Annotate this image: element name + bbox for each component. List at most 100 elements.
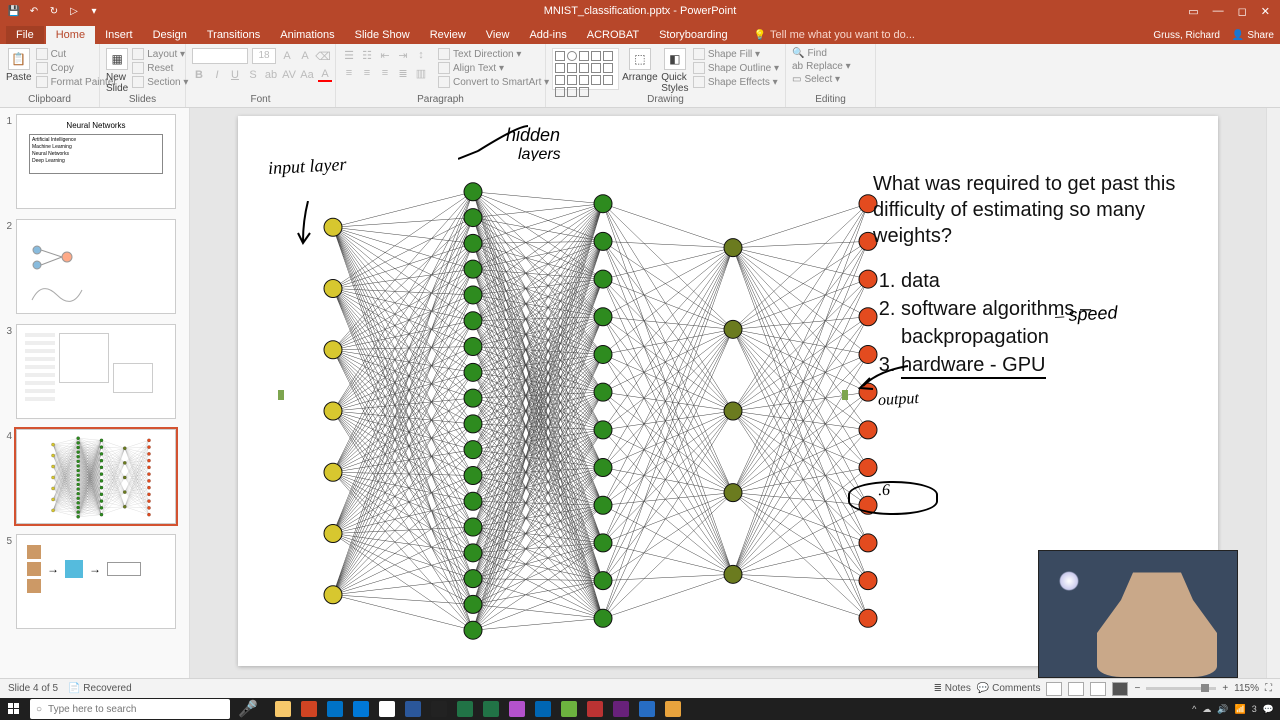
ribbon-display-icon[interactable]: ▭ xyxy=(1188,5,1198,18)
justify-icon[interactable]: ≣ xyxy=(396,66,410,80)
close-icon[interactable]: ✕ xyxy=(1261,5,1270,18)
font-size-combo[interactable]: 18 xyxy=(252,48,276,64)
cortana-mic-icon[interactable]: 🎤 xyxy=(238,699,258,719)
taskbar-app-folder[interactable] xyxy=(272,699,294,719)
taskbar-app-edge[interactable] xyxy=(350,699,372,719)
arrange-button[interactable]: ⬚Arrange xyxy=(623,48,657,83)
tab-acrobat[interactable]: ACROBAT xyxy=(577,26,649,44)
convert-smartart-button[interactable]: Convert to SmartArt ▾ xyxy=(438,76,549,88)
slide-thumbnail[interactable] xyxy=(16,429,176,524)
reading-view-icon[interactable] xyxy=(1090,682,1106,696)
account-name[interactable]: Gruss, Richard xyxy=(1153,30,1220,41)
text-direction-button[interactable]: Text Direction ▾ xyxy=(438,48,549,60)
shape-effects-button[interactable]: Shape Effects ▾ xyxy=(693,76,779,88)
fit-slide-icon[interactable]: ⛶ xyxy=(1265,683,1272,694)
tab-slideshow[interactable]: Slide Show xyxy=(345,26,420,44)
start-button[interactable] xyxy=(0,698,28,720)
font-color-icon[interactable]: A xyxy=(318,68,332,82)
taskbar-app-word[interactable] xyxy=(402,699,424,719)
bold-icon[interactable]: B xyxy=(192,68,206,82)
tab-insert[interactable]: Insert xyxy=(95,26,143,44)
reset-button[interactable]: Reset xyxy=(132,62,188,74)
vertical-scrollbar[interactable] xyxy=(1266,108,1280,678)
tray-time[interactable]: 3 xyxy=(1252,704,1257,714)
redo-icon[interactable]: ↻ xyxy=(48,5,60,17)
taskbar-app-term[interactable] xyxy=(428,699,450,719)
dec-indent-icon[interactable]: ⇤ xyxy=(378,48,392,62)
replace-button[interactable]: abReplace ▾ xyxy=(792,61,851,72)
quick-styles-button[interactable]: ◧Quick Styles xyxy=(661,48,689,94)
font-name-combo[interactable] xyxy=(192,48,248,64)
taskbar-app-outlook[interactable] xyxy=(324,699,346,719)
tab-view[interactable]: View xyxy=(476,26,520,44)
align-left-icon[interactable]: ≡ xyxy=(342,66,356,80)
tab-review[interactable]: Review xyxy=(420,26,476,44)
case-icon[interactable]: Aa xyxy=(300,68,314,82)
slide-thumbnails-panel[interactable]: 1Neural NetworksArtificial Intelligence … xyxy=(0,108,190,678)
comments-button[interactable]: 💬 Comments xyxy=(977,683,1041,694)
strike-icon[interactable]: S xyxy=(246,68,260,82)
tray-network-icon[interactable]: 📶 xyxy=(1235,704,1246,715)
taskbar-search[interactable]: ○ Type here to search xyxy=(30,699,230,719)
taskbar-app-r[interactable] xyxy=(636,699,658,719)
tray-notifications-icon[interactable]: 💬 xyxy=(1263,704,1274,715)
zoom-out-icon[interactable]: − xyxy=(1134,683,1140,694)
save-icon[interactable]: 💾 xyxy=(8,5,20,17)
taskbar-app-cam[interactable] xyxy=(584,699,606,719)
system-tray[interactable]: ^ ☁ 🔊 📶 3 💬 xyxy=(1192,704,1274,715)
italic-icon[interactable]: I xyxy=(210,68,224,82)
align-text-button[interactable]: Align Text ▾ xyxy=(438,62,549,74)
slide-thumbnail[interactable] xyxy=(16,324,176,419)
increase-font-icon[interactable]: A xyxy=(280,49,294,63)
maximize-icon[interactable]: ◻ xyxy=(1238,5,1247,18)
undo-icon[interactable]: ↶ xyxy=(28,5,40,17)
section-button[interactable]: Section ▾ xyxy=(132,76,188,88)
tray-chevron-icon[interactable]: ^ xyxy=(1192,704,1196,714)
select-button[interactable]: ▭Select ▾ xyxy=(792,74,851,85)
taskbar-app-xl[interactable] xyxy=(480,699,502,719)
shape-outline-button[interactable]: Shape Outline ▾ xyxy=(693,62,779,74)
decrease-font-icon[interactable]: A xyxy=(298,49,312,63)
taskbar-app-paint[interactable] xyxy=(506,699,528,719)
tell-me-search[interactable]: 💡Tell me what you want to do... xyxy=(754,29,915,44)
tab-design[interactable]: Design xyxy=(143,26,197,44)
spacing-icon[interactable]: AV xyxy=(282,68,296,82)
slide-thumbnail[interactable]: →→ xyxy=(16,534,176,629)
slide-thumbnail[interactable]: Neural NetworksArtificial Intelligence M… xyxy=(16,114,176,209)
taskbar-app-chrome[interactable] xyxy=(376,699,398,719)
taskbar-app-ppt[interactable] xyxy=(298,699,320,719)
taskbar-app-calc[interactable] xyxy=(662,699,684,719)
minimize-icon[interactable]: — xyxy=(1213,5,1224,18)
taskbar-app-sn[interactable] xyxy=(558,699,580,719)
start-slideshow-icon[interactable]: ▷ xyxy=(68,5,80,17)
tab-transitions[interactable]: Transitions xyxy=(197,26,270,44)
share-button[interactable]: 👤 Share xyxy=(1232,30,1274,41)
tray-volume-icon[interactable]: 🔊 xyxy=(1217,704,1228,715)
columns-icon[interactable]: ▥ xyxy=(414,66,428,80)
taskbar-app-vs[interactable] xyxy=(610,699,632,719)
shape-fill-button[interactable]: Shape Fill ▾ xyxy=(693,48,779,60)
tab-home[interactable]: Home xyxy=(46,26,95,44)
tab-file[interactable]: File xyxy=(6,26,44,44)
zoom-level[interactable]: 115% xyxy=(1234,683,1259,694)
slide-thumbnail[interactable] xyxy=(16,219,176,314)
layout-button[interactable]: Layout ▾ xyxy=(132,48,188,60)
clear-format-icon[interactable]: ⌫ xyxy=(316,49,330,63)
underline-icon[interactable]: U xyxy=(228,68,242,82)
find-button[interactable]: 🔍Find xyxy=(792,48,851,59)
zoom-slider[interactable] xyxy=(1146,687,1216,690)
normal-view-icon[interactable] xyxy=(1046,682,1062,696)
tab-animations[interactable]: Animations xyxy=(270,26,344,44)
slideshow-view-icon[interactable] xyxy=(1112,682,1128,696)
taskbar-app-excel[interactable] xyxy=(454,699,476,719)
shapes-gallery[interactable] xyxy=(552,48,619,90)
tray-cloud-icon[interactable]: ☁ xyxy=(1202,704,1211,715)
selection-handle-left[interactable] xyxy=(278,390,284,400)
tab-storyboarding[interactable]: Storyboarding xyxy=(649,26,738,44)
paste-button[interactable]: 📋Paste xyxy=(6,48,32,83)
align-center-icon[interactable]: ≡ xyxy=(360,66,374,80)
new-slide-button[interactable]: ▦New Slide xyxy=(106,48,128,94)
selection-handle-right[interactable] xyxy=(842,390,848,400)
inc-indent-icon[interactable]: ⇥ xyxy=(396,48,410,62)
numbering-icon[interactable]: ☷ xyxy=(360,48,374,62)
